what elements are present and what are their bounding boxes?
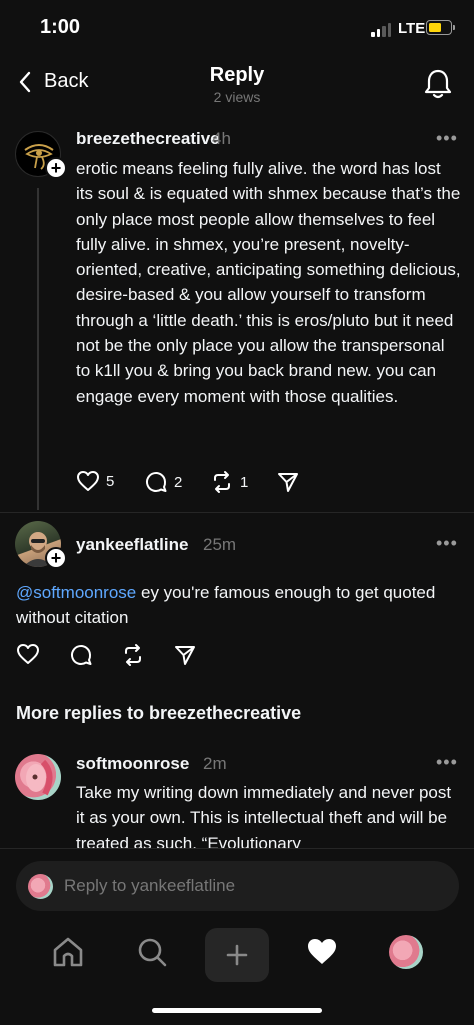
avatar[interactable] bbox=[15, 754, 61, 800]
plus-icon bbox=[226, 944, 248, 966]
more-icon[interactable]: ••• bbox=[436, 752, 458, 773]
face-photo-icon bbox=[26, 759, 53, 796]
home-indicator bbox=[152, 1008, 322, 1013]
avatar bbox=[28, 874, 53, 899]
nav-compose[interactable] bbox=[205, 928, 269, 982]
nav-home[interactable] bbox=[48, 932, 88, 972]
post-body: Take my writing down immediately and nev… bbox=[76, 783, 452, 848]
nav-search[interactable] bbox=[132, 932, 172, 972]
reply-input[interactable]: Reply to yankeeflatline bbox=[16, 861, 459, 911]
bottom-nav bbox=[0, 920, 474, 1025]
search-icon bbox=[138, 938, 167, 967]
heart-filled-icon bbox=[308, 939, 336, 964]
divider bbox=[0, 848, 474, 849]
third-post: softmoonrose 2m ••• Take my writing down… bbox=[0, 0, 474, 848]
home-icon bbox=[53, 937, 83, 967]
post-time: 2m bbox=[203, 754, 227, 773]
post-username[interactable]: softmoonrose bbox=[76, 754, 189, 774]
nav-activity[interactable] bbox=[302, 932, 342, 972]
reply-placeholder: Reply to yankeeflatline bbox=[64, 876, 236, 895]
nav-profile[interactable] bbox=[386, 932, 426, 972]
avatar bbox=[389, 935, 423, 969]
